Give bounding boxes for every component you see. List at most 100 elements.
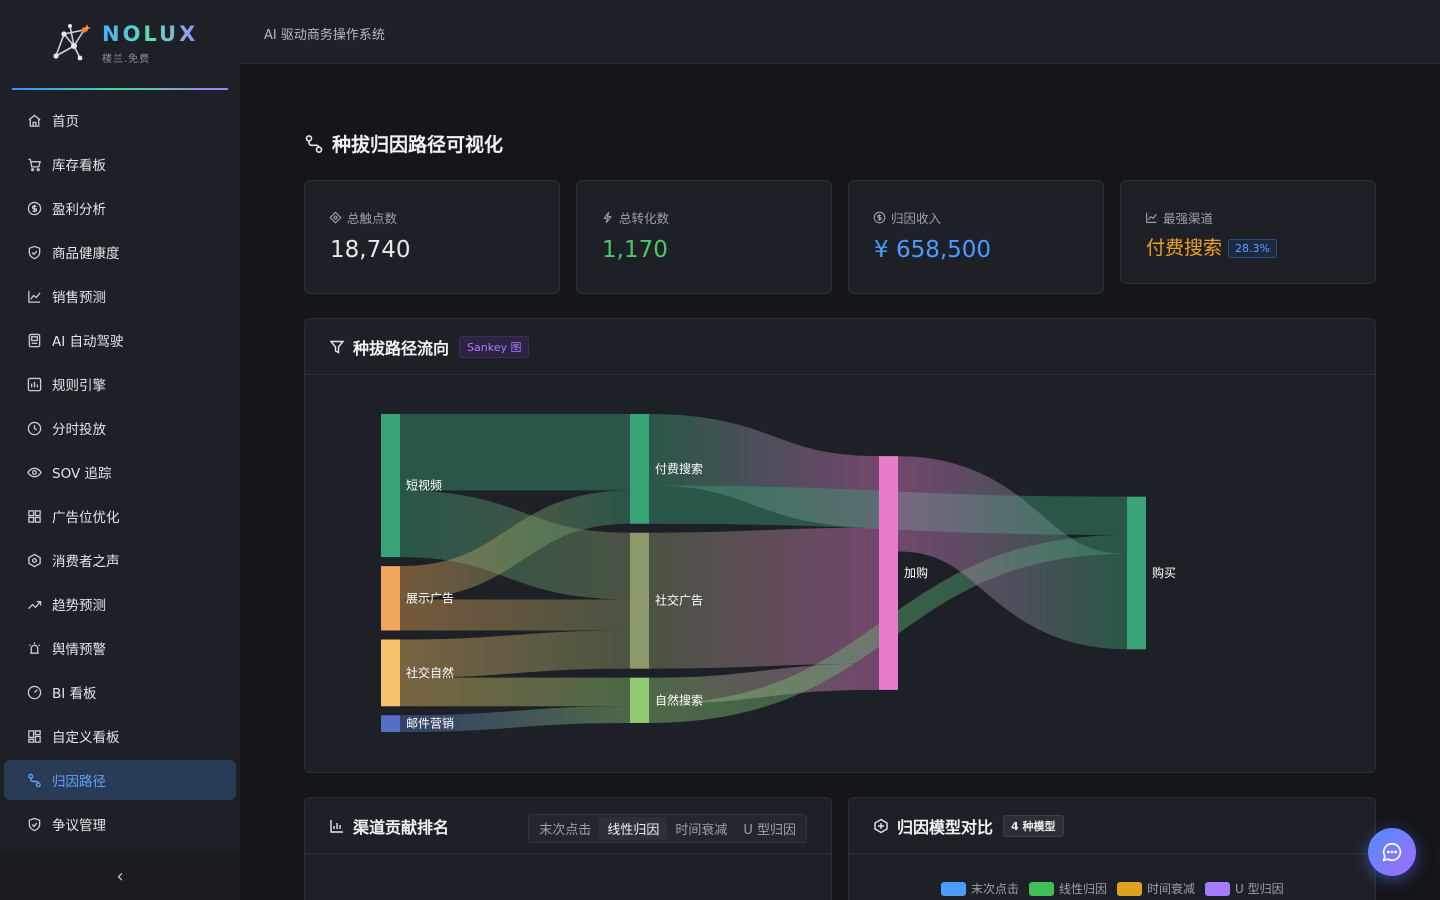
sidebar: NOLUX 楼兰.免费 首页 库存看板 盈利分析 商品健康度 销售预测 AI 自… [0, 0, 240, 900]
dollar-icon [26, 200, 42, 216]
sidebar-item-ad-placement[interactable]: 广告位优化 [4, 496, 236, 536]
legend-item-last-click[interactable]: 末次点击 [941, 880, 1019, 897]
eye-icon [26, 464, 42, 480]
home-icon [26, 112, 42, 128]
sidebar-item-dayparting[interactable]: 分时投放 [4, 408, 236, 448]
sidebar-item-sales-forecast[interactable]: 销售预测 [4, 276, 236, 316]
kpi-value: 18,740 [330, 237, 411, 263]
sankey-node[interactable] [630, 532, 649, 669]
sidebar-item-attribution-path[interactable]: 归因路径 [4, 760, 236, 800]
voice-icon [26, 552, 42, 568]
card-title: 归因模型对比 [873, 814, 993, 838]
page-title-text: 种拔归因路径可视化 [332, 134, 504, 156]
sankey-node[interactable] [1127, 496, 1146, 650]
line-chart-icon [26, 288, 42, 304]
tab-u-shaped[interactable]: U 型归因 [735, 817, 804, 840]
logo-divider [12, 88, 228, 90]
model-count-tag: 4 种模型 [1003, 814, 1064, 837]
sankey-node[interactable] [381, 639, 400, 707]
sidebar-item-label: 商品健康度 [52, 246, 120, 262]
sankey-node-label: 社交自然 [406, 665, 454, 680]
dollar-icon [873, 211, 886, 224]
chat-icon [1382, 842, 1402, 862]
sidebar-item-sov[interactable]: SOV 追踪 [4, 452, 236, 492]
chat-assistant-button[interactable] [1368, 828, 1416, 876]
kpi-value: 付费搜索 28.3% [1146, 233, 1277, 260]
sidebar-item-label: 自定义看板 [52, 730, 120, 746]
sidebar-item-label: 规则引擎 [52, 378, 106, 394]
sidebar-item-product-health[interactable]: 商品健康度 [4, 232, 236, 272]
sankey-node-label: 邮件营销 [406, 717, 454, 731]
sidebar-item-dispute-management[interactable]: 争议管理 [4, 804, 236, 844]
sidebar-item-bi-dashboard[interactable]: BI 看板 [4, 672, 236, 712]
sankey-node[interactable] [879, 456, 898, 690]
sankey-node-label: 购买 [1152, 565, 1176, 580]
dashboard-icon [26, 684, 42, 700]
sidebar-item-label: 盈利分析 [52, 202, 106, 218]
legend-swatch [941, 881, 966, 896]
clock-icon [26, 420, 42, 436]
sidebar-item-label: 趋势预测 [52, 598, 106, 614]
robot-icon [26, 332, 42, 348]
sankey-chart: 短视频展示广告社交自然邮件营销 付费搜索社交广告自然搜索 加购 购买 [381, 413, 1176, 733]
tab-last-click[interactable]: 末次点击 [531, 817, 599, 840]
sidebar-item-ai-autopilot[interactable]: AI 自动驾驶 [4, 320, 236, 360]
legend-item-linear[interactable]: 线性归因 [1029, 880, 1107, 897]
path-icon [26, 772, 42, 788]
sankey-node-label: 展示广告 [406, 591, 454, 605]
tab-linear[interactable]: 线性归因 [599, 817, 668, 840]
sankey-node[interactable] [630, 414, 649, 524]
kpi-label: 最强渠道 [1145, 208, 1213, 227]
sidebar-item-custom-dashboard[interactable]: 自定义看板 [4, 716, 236, 756]
sidebar-item-label: 舆情预警 [52, 642, 106, 658]
sidebar-item-label: SOV 追踪 [52, 466, 112, 482]
kpi-label: 归因收入 [873, 208, 941, 227]
kpi-attributed-revenue: 归因收入 ¥ 658,500 [848, 180, 1104, 294]
sidebar-item-label: BI 看板 [52, 686, 97, 702]
sankey-node[interactable] [381, 566, 400, 631]
chevron-left-icon: ‹ [116, 865, 124, 887]
kpi-total-conversions: 总转化数 1,170 [576, 180, 832, 294]
sidebar-item-rules-engine[interactable]: 规则引擎 [4, 364, 236, 404]
sidebar-item-sentiment-alert[interactable]: 舆情预警 [4, 628, 236, 668]
sidebar-collapse-button[interactable]: ‹ [0, 852, 240, 900]
trend-icon [26, 596, 42, 612]
legend-swatch [1205, 881, 1231, 896]
legend-item-time-decay[interactable]: 时间衰减 [1117, 880, 1195, 897]
kpi-total-touchpoints: 总触点数 18,740 [304, 180, 560, 294]
sankey-link[interactable] [399, 630, 631, 678]
sidebar-item-trend-forecast[interactable]: 趋势预测 [4, 584, 236, 624]
sidebar-item-home[interactable]: 首页 [4, 100, 236, 140]
kpi-top-channel: 最强渠道 付费搜索 28.3% [1120, 180, 1376, 284]
logo-mark-icon [53, 24, 91, 61]
tab-time-decay[interactable]: 时间衰减 [667, 817, 735, 840]
header-title: AI 驱动商务操作系统 [264, 28, 385, 43]
legend-item-u-shaped[interactable]: U 型归因 [1205, 880, 1284, 897]
sankey-tag: Sankey 图 [459, 335, 530, 358]
app-name: NOLUX [102, 22, 199, 46]
sidebar-item-inventory[interactable]: 库存看板 [4, 144, 236, 184]
kpi-label: 总触点数 [329, 208, 397, 227]
kpi-value: ¥ 658,500 [874, 237, 992, 263]
sidebar-item-voice-of-customer[interactable]: 消费者之声 [4, 540, 236, 580]
sidebar-item-label: 消费者之声 [52, 554, 120, 570]
legend-swatch [1029, 881, 1055, 896]
top-channel-share-badge: 28.3% [1228, 239, 1277, 258]
sidebar-item-label: 争议管理 [52, 818, 106, 834]
app-subtitle: 楼兰.免费 [102, 54, 151, 65]
sidebar-item-label: 库存看板 [52, 158, 106, 174]
sidebar-item-label: 首页 [52, 114, 79, 130]
logo[interactable]: NOLUX 楼兰.免费 [0, 0, 240, 90]
layout-icon [26, 728, 42, 744]
sidebar-item-profit[interactable]: 盈利分析 [4, 188, 236, 228]
sankey-node[interactable] [630, 677, 649, 723]
sankey-node-label: 短视频 [406, 478, 442, 493]
sankey-node[interactable] [381, 414, 400, 558]
sankey-node-label: 自然搜索 [655, 692, 703, 707]
sankey-node-label: 社交广告 [655, 593, 703, 608]
sidebar-item-label: AI 自动驾驶 [52, 334, 124, 350]
sidebar-item-label: 分时投放 [52, 422, 106, 438]
sankey-node[interactable] [381, 715, 400, 732]
sankey-node-label: 加购 [904, 565, 928, 580]
alarm-icon [26, 640, 42, 656]
